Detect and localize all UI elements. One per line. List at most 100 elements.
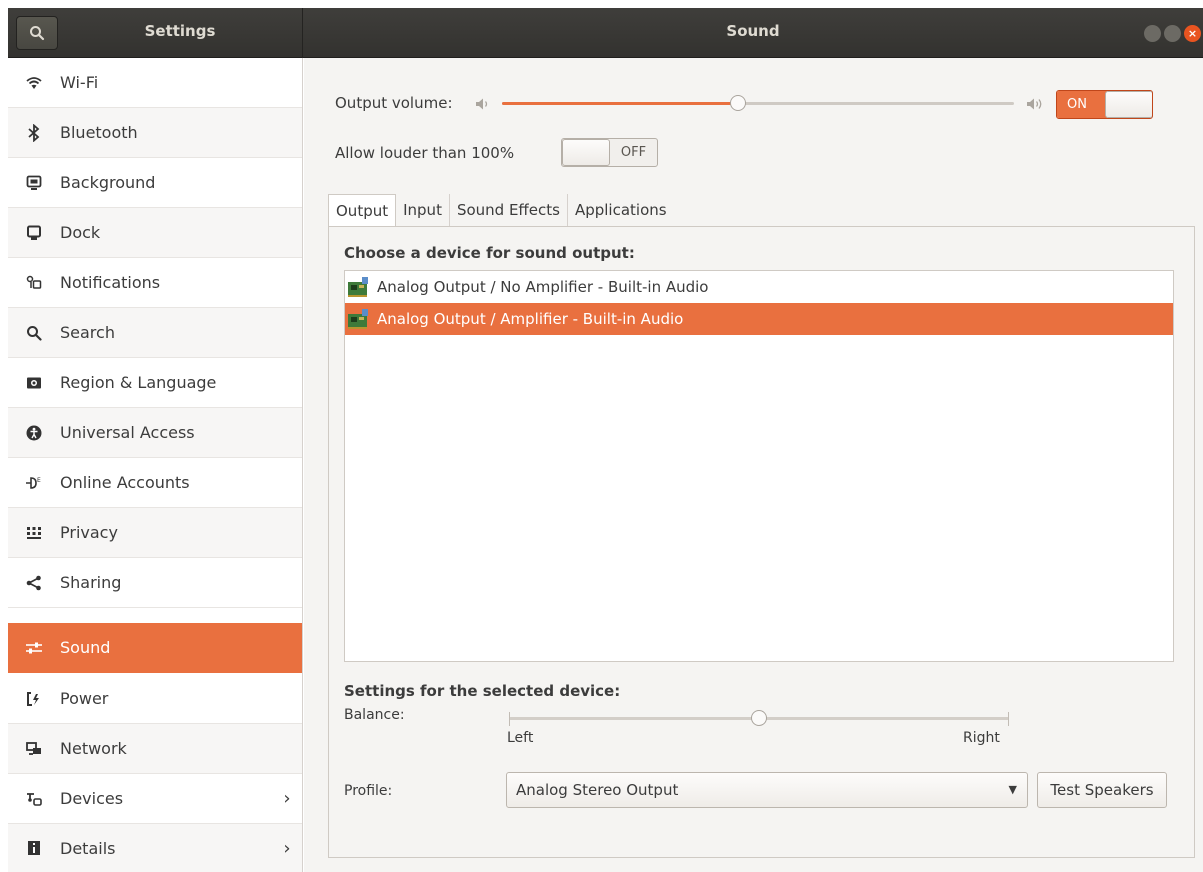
balance-slider-knob[interactable]	[751, 710, 767, 726]
balance-label: Balance:	[344, 707, 405, 723]
sidebar-item-sharing[interactable]: Sharing	[8, 558, 302, 608]
sidebar-item-devices[interactable]: Devices ›	[8, 774, 302, 824]
sidebar-item-privacy[interactable]: Privacy	[8, 508, 302, 558]
switch-on-label: ON	[1057, 91, 1107, 118]
network-icon	[22, 739, 46, 759]
balance-tick-right	[1008, 712, 1009, 726]
sidebar-item-label: Devices	[60, 789, 124, 808]
switch-handle[interactable]	[562, 139, 610, 166]
output-volume-slider-fill	[502, 102, 738, 105]
output-volume-slider-knob[interactable]	[729, 95, 746, 111]
devices-icon	[22, 789, 46, 809]
chevron-right-icon: ›	[283, 837, 291, 859]
privacy-icon	[22, 523, 46, 543]
allow-louder-label: Allow louder than 100%	[335, 144, 515, 162]
balance-left-label: Left	[507, 730, 534, 746]
search-icon	[22, 323, 46, 343]
chevron-right-icon: ›	[283, 788, 291, 809]
sidebar-item-label: Bluetooth	[60, 123, 138, 142]
sidebar-item-label: Dock	[60, 223, 101, 242]
tab-applications[interactable]: Applications	[568, 194, 674, 227]
region-icon	[22, 373, 46, 393]
dock-icon	[22, 223, 46, 243]
search-button[interactable]	[16, 16, 58, 50]
sidebar-item-background[interactable]: Background	[8, 158, 302, 208]
device-label: Analog Output / Amplifier - Built-in Aud…	[377, 310, 684, 328]
sidebar-item-label: Power	[60, 689, 109, 708]
sound-card-icon	[348, 277, 368, 297]
test-speakers-button[interactable]: Test Speakers	[1037, 772, 1167, 808]
sidebar-item-label: Details	[60, 838, 116, 858]
background-icon	[22, 173, 46, 193]
tab-output[interactable]: Output	[328, 194, 397, 227]
sidebar-item-label: Region & Language	[60, 373, 217, 392]
sidebar-item-label: Notifications	[60, 273, 161, 292]
balance-right-label: Right	[963, 730, 1000, 746]
sidebar-item-power[interactable]: Power	[8, 674, 302, 724]
sidebar-item-label: Search	[60, 323, 115, 342]
device-row[interactable]: Analog Output / No Amplifier - Built-in …	[345, 271, 1173, 303]
sidebar-item-dock[interactable]: Dock	[8, 208, 302, 258]
volume-high-icon	[1027, 98, 1042, 110]
allow-louder-switch[interactable]: OFF	[561, 138, 658, 167]
search-icon	[30, 26, 45, 41]
wifi-icon	[22, 73, 46, 93]
sharing-icon	[22, 573, 46, 593]
close-button[interactable]: ×	[1184, 25, 1201, 42]
tab-input[interactable]: Input	[396, 194, 450, 227]
notifications-icon	[22, 273, 46, 293]
choose-device-heading: Choose a device for sound output:	[344, 244, 635, 262]
sidebar-item-label: Wi-Fi	[60, 73, 99, 92]
sound-panel: Output volume: ON Allow louder than 100%…	[304, 58, 1203, 872]
sidebar-item-wifi[interactable]: Wi-Fi	[8, 58, 302, 108]
sidebar-item-bluetooth[interactable]: Bluetooth	[8, 108, 302, 158]
sidebar-item-label: Background	[60, 173, 156, 192]
page-title: Sound	[726, 22, 780, 40]
minimize-button[interactable]	[1144, 25, 1161, 42]
switch-handle[interactable]	[1105, 91, 1152, 118]
sidebar-item-label: Sound	[60, 638, 111, 657]
sound-icon	[22, 638, 46, 658]
sidebar-item-label: Universal Access	[60, 423, 195, 442]
sidebar-item-search[interactable]: Search	[8, 308, 302, 358]
sidebar-item-label: Sharing	[60, 573, 122, 592]
sidebar-item-network[interactable]: Network	[8, 724, 302, 774]
profile-value: Analog Stereo Output	[516, 781, 679, 799]
sidebar-item-details[interactable]: Details ›	[8, 824, 302, 872]
sidebar-item-universal-access[interactable]: Universal Access	[8, 408, 302, 458]
sidebar-item-sound[interactable]: Sound	[8, 623, 302, 673]
sidebar: Wi-Fi Bluetooth Background Dock Notifica…	[8, 58, 303, 872]
sidebar-item-notifications[interactable]: Notifications	[8, 258, 302, 308]
sidebar-item-label: Privacy	[60, 523, 118, 542]
profile-label: Profile:	[344, 783, 393, 799]
maximize-button[interactable]	[1164, 25, 1181, 42]
header-bar: Settings Sound ×	[8, 8, 1203, 58]
sidebar-header: Settings	[8, 8, 303, 58]
device-row-selected[interactable]: Analog Output / Amplifier - Built-in Aud…	[345, 303, 1173, 335]
power-icon	[22, 689, 46, 709]
tab-sound-effects[interactable]: Sound Effects	[450, 194, 568, 227]
sidebar-item-region-language[interactable]: Region & Language	[8, 358, 302, 408]
accessibility-icon	[22, 423, 46, 443]
device-settings-heading: Settings for the selected device:	[344, 682, 621, 700]
details-icon	[22, 838, 46, 858]
device-label: Analog Output / No Amplifier - Built-in …	[377, 278, 709, 296]
sidebar-item-online-accounts[interactable]: E Online Accounts	[8, 458, 302, 508]
switch-off-label: OFF	[620, 145, 647, 160]
output-volume-label: Output volume:	[335, 94, 453, 112]
balance-tick-left	[509, 712, 510, 726]
output-device-list: Analog Output / No Amplifier - Built-in …	[344, 270, 1174, 662]
sidebar-item-label: Network	[60, 739, 127, 758]
output-volume-switch[interactable]: ON	[1056, 90, 1153, 119]
profile-combo[interactable]: Analog Stereo Output ▼	[506, 772, 1028, 808]
volume-low-icon	[476, 98, 488, 110]
app-title: Settings	[144, 22, 216, 40]
online-accounts-icon: E	[22, 473, 46, 493]
close-icon: ×	[1187, 27, 1198, 40]
tab-bar: Output Input Sound Effects Applications	[328, 194, 674, 227]
dropdown-arrow-icon: ▼	[1008, 783, 1017, 796]
bluetooth-icon	[22, 123, 46, 143]
svg-text:E: E	[37, 477, 41, 484]
output-volume-slider[interactable]	[502, 102, 1014, 105]
sound-card-icon	[348, 309, 368, 329]
